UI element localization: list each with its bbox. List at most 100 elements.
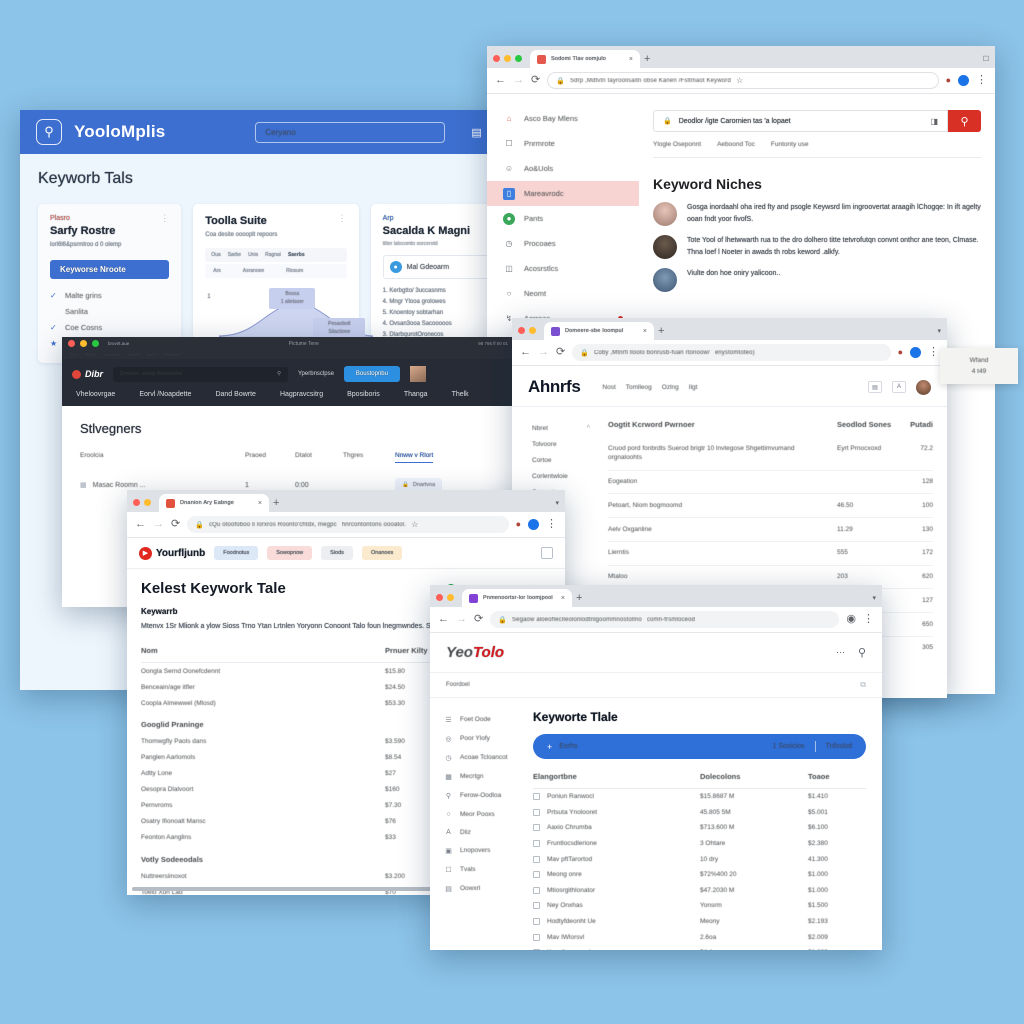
sidebar-item[interactable]: A Dliz — [444, 823, 527, 841]
table-row[interactable]: Mav IWlorsvl 2.6oa $2.009 — [533, 929, 866, 945]
sidebar-item[interactable]: ^ Nbret — [532, 420, 602, 436]
header-actions[interactable]: ⋯ ⚲ — [836, 646, 866, 659]
table-row[interactable]: ▦ Masac Roomn ... 1 0:00 🔒 Dnartvoa — [80, 469, 496, 492]
list-item[interactable]: 5. Knoentoy sobtarhan — [383, 307, 490, 318]
menu-item[interactable]: Tecz — [70, 352, 79, 357]
kebab-menu-icon[interactable]: ⋮ — [863, 614, 874, 625]
filter-chip[interactable]: Sowopnow — [267, 546, 313, 560]
row-checkbox[interactable] — [533, 871, 540, 879]
close-icon[interactable]: × — [561, 595, 565, 602]
minimize-dot[interactable] — [504, 55, 511, 62]
kebab-menu-icon[interactable]: ⋮ — [546, 519, 557, 530]
table-row[interactable]: Prtsuta Ynolooret 45.805 5M $5.001 — [533, 805, 866, 821]
browser-tab[interactable]: Sodomi Tlav oomjulo × — [530, 50, 640, 68]
nav-item[interactable]: Vheloovrgae — [76, 391, 115, 398]
window-dots[interactable] — [493, 55, 522, 68]
list-item[interactable]: Viulte don hoe oniry yalicoon.. — [653, 268, 981, 292]
sidebar-item-acosrstlcs[interactable]: ◫ Acosrstlcs — [487, 256, 639, 281]
menu-item[interactable]: Soiewa — [164, 352, 179, 357]
header-link[interactable]: Yperbnsclpse — [298, 371, 334, 377]
search-icon[interactable]: ⚲ — [858, 646, 866, 659]
nav-item[interactable]: Dand Bowrte — [215, 391, 255, 398]
quick-link[interactable]: Ylogle Oseponnt — [653, 141, 701, 148]
sidebar-item[interactable]: ☰ Foet Oode — [444, 710, 527, 729]
sidebar-item[interactable]: ☐ Tvals — [444, 860, 527, 879]
filter-chip[interactable]: Foodnotus — [214, 546, 259, 560]
browser-tab[interactable]: Domeere-sbe Ioompul × — [544, 322, 654, 340]
list-item[interactable]: 4. Mngr Ylooa grolowes — [383, 296, 490, 307]
sidebar-item[interactable]: Cortoe — [532, 452, 602, 468]
table-row[interactable]: Mtiosrgithlonator $47.2030 M $1.000 — [533, 883, 866, 899]
sidebar-item-pants[interactable]: ● Pants — [487, 206, 639, 231]
menu-item[interactable]: Aecrsoot — [103, 352, 121, 357]
search-icon[interactable]: ⚲ — [277, 371, 281, 377]
maximize-icon[interactable]: ▾ — [937, 327, 941, 340]
row-checkbox[interactable] — [533, 808, 540, 816]
yourtube-logo[interactable]: ▶ Yourfljunb — [139, 546, 205, 560]
table-row[interactable]: Kounfesorcand5A Aqso$1.600 — [533, 945, 866, 950]
nav-item[interactable]: Eorvl /Noapdette — [139, 391, 191, 398]
table-row[interactable]: Poniun Ranwocl $15.8687 M $1.410 — [533, 789, 866, 805]
sidebar-item[interactable]: ○ Meor Pooxs — [444, 805, 527, 823]
sidebar-item[interactable]: ◷ Acoae Tcloancot — [444, 748, 527, 767]
arrow-right-icon[interactable]: → — [513, 75, 524, 86]
search-row[interactable]: 🔒 Deodlor /igte Carornien tas 'a lopaet … — [653, 110, 981, 132]
arrow-left-icon[interactable]: ← — [495, 75, 506, 86]
kebab-menu-icon[interactable]: ⋮ — [976, 75, 987, 86]
mini-tab[interactable]: Ragnai — [265, 252, 281, 258]
table-row[interactable]: Aaxio Chrumba $713.600 M $6.100 — [533, 820, 866, 836]
sidebar-item[interactable]: Tolvoore — [532, 436, 602, 452]
nav-item[interactable]: Bposiboris — [347, 391, 380, 398]
quick-link[interactable]: Aeboond Toc — [717, 141, 755, 148]
nav-item[interactable]: Nost — [602, 384, 615, 391]
maximize-icon[interactable]: ▾ — [872, 594, 876, 607]
copy-icon[interactable]: ⧉ — [860, 680, 866, 690]
menu-item[interactable]: Brtdt — [86, 352, 96, 357]
mini-tab[interactable]: Sarbe — [228, 252, 241, 258]
minimize-dot[interactable] — [144, 499, 151, 506]
user-avatar[interactable] — [409, 366, 426, 382]
nav-item[interactable]: Ilgt — [689, 384, 698, 391]
cta-action[interactable]: Tnfxslod — [826, 743, 852, 750]
star-icon[interactable]: ☆ — [736, 76, 743, 85]
row-checkbox[interactable] — [533, 902, 540, 910]
sidebar-item-pnrmrote[interactable]: ☐ Pnrmrote — [487, 131, 639, 156]
mini-tab[interactable]: Oua — [211, 252, 220, 258]
yeotobo-logo[interactable]: YeoTolo — [446, 644, 504, 661]
extension-icon[interactable]: ◉ — [846, 614, 856, 625]
sidebar-item-neomt[interactable]: ○ Neomt — [487, 281, 639, 306]
close-dot[interactable] — [518, 327, 525, 334]
reload-icon[interactable]: ⟳ — [531, 75, 540, 86]
kebab-menu-icon[interactable]: ⋮ — [160, 213, 169, 222]
sidebar-item-procoaes[interactable]: ◷ Procoaes — [487, 231, 639, 256]
sidebar-item[interactable]: ⚲ Ferow-Oodloa — [444, 786, 527, 805]
window-dots[interactable] — [518, 327, 536, 340]
close-icon[interactable]: × — [643, 328, 647, 335]
kebab-menu-icon[interactable]: ⋮ — [928, 347, 939, 358]
chevron-up-icon[interactable]: ^ — [587, 425, 590, 432]
mini-tab[interactable]: Saerbs — [288, 252, 305, 258]
sidebar-item[interactable]: ▦ Mecrtgn — [444, 767, 527, 786]
dark-brand[interactable]: Dibr — [72, 369, 103, 379]
close-icon[interactable]: × — [629, 56, 633, 63]
nav-item[interactable]: Ozlng — [662, 384, 679, 391]
menu-item[interactable]: Sraits — [128, 352, 140, 357]
row-checkbox[interactable] — [533, 949, 540, 950]
zoom-dot[interactable] — [92, 340, 99, 347]
table-row[interactable]: Mav pftTarortod 10 dry 41.300 — [533, 851, 866, 867]
grid-icon[interactable]: ▤ — [471, 126, 481, 139]
extension-icon[interactable]: ● — [898, 348, 903, 357]
arrow-left-icon[interactable]: ← — [438, 614, 449, 625]
nav-item[interactable]: Thelk — [452, 391, 469, 398]
row-checkbox[interactable] — [533, 824, 540, 832]
card-search-field[interactable]: ● Mal Gdeoarm — [382, 255, 490, 279]
nav-item[interactable]: Thanga — [404, 391, 428, 398]
table-row[interactable]: Ney Onxhas Yonsrm $1.500 — [533, 898, 866, 914]
ahrefs-nav[interactable]: Nost Tomlleog Ozlng Ilgt — [602, 384, 697, 391]
row-checkbox[interactable] — [533, 840, 540, 848]
more-icon[interactable]: ⋯ — [836, 647, 845, 658]
reload-icon[interactable]: ⟳ — [171, 519, 180, 530]
plus-icon[interactable]: + — [273, 497, 279, 512]
arrow-right-icon[interactable]: → — [538, 347, 549, 358]
plus-icon[interactable]: + — [576, 592, 582, 607]
